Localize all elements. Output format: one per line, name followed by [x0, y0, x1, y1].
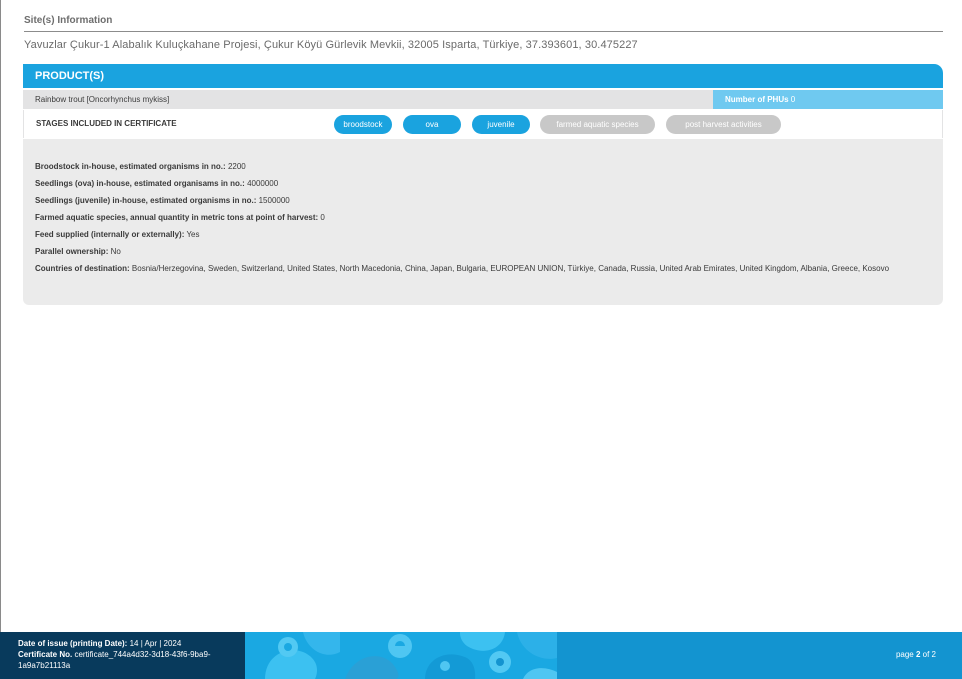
site-information-heading: Site(s) Information	[24, 15, 943, 32]
product-card: PRODUCT(S) Rainbow trout [Oncorhynchus m…	[23, 64, 943, 305]
stages-row: STAGES INCLUDED IN CERTIFICATE broodstoc…	[23, 110, 943, 138]
product-details: Broodstock in-house, estimated organisms…	[23, 139, 943, 305]
page-left-border	[0, 0, 1, 632]
stage-pill-broodstock: broodstock	[334, 115, 392, 134]
site-information-section: Site(s) Information Yavuzlar Çukur-1 Ala…	[24, 15, 943, 51]
product-header: PRODUCT(S)	[23, 64, 943, 88]
phu-label: Number of PHUs	[725, 95, 789, 104]
stage-pill-post-harvest-activities: post harvest activities	[666, 115, 781, 134]
page-footer: Date of issue (printing Date): 14 | Apr …	[0, 632, 962, 679]
detail-parallel-ownership: Parallel ownership: No	[35, 247, 121, 256]
site-address: Yavuzlar Çukur-1 Alabalık Kuluçkahane Pr…	[24, 39, 638, 51]
species-name: Rainbow trout [Oncorhynchus mykiss]	[23, 90, 713, 109]
detail-seedlings-juvenile: Seedlings (juvenile) in-house, estimated…	[35, 196, 290, 205]
detail-countries-of-destination: Countries of destination: Bosnia/Herzego…	[35, 264, 890, 273]
detail-broodstock: Broodstock in-house, estimated organisms…	[35, 162, 246, 171]
stage-pill-juvenile: juvenile	[472, 115, 530, 134]
phu-count: Number of PHUs 0	[713, 90, 943, 109]
page-indicator: page 2 of 2	[895, 650, 936, 659]
issue-date: Date of issue (printing Date): 14 | Apr …	[18, 639, 182, 648]
detail-farmed-quantity: Farmed aquatic species, annual quantity …	[35, 213, 325, 222]
detail-seedlings-ova: Seedlings (ova) in-house, estimated orga…	[35, 179, 279, 188]
decorative-fish-pattern	[245, 632, 557, 679]
detail-feed-supplied: Feed supplied (internally or externally)…	[35, 230, 200, 239]
species-row: Rainbow trout [Oncorhynchus mykiss] Numb…	[23, 90, 943, 109]
certificate-number: Certificate No. certificate_744a4d32-3d1…	[18, 650, 211, 670]
stages-label: STAGES INCLUDED IN CERTIFICATE	[36, 119, 177, 128]
footer-certificate-info: Date of issue (printing Date): 14 | Apr …	[0, 632, 245, 679]
phu-value: 0	[790, 95, 796, 104]
stage-pill-ova: ova	[403, 115, 461, 134]
stage-pill-farmed-aquatic-species: farmed aquatic species	[540, 115, 655, 134]
